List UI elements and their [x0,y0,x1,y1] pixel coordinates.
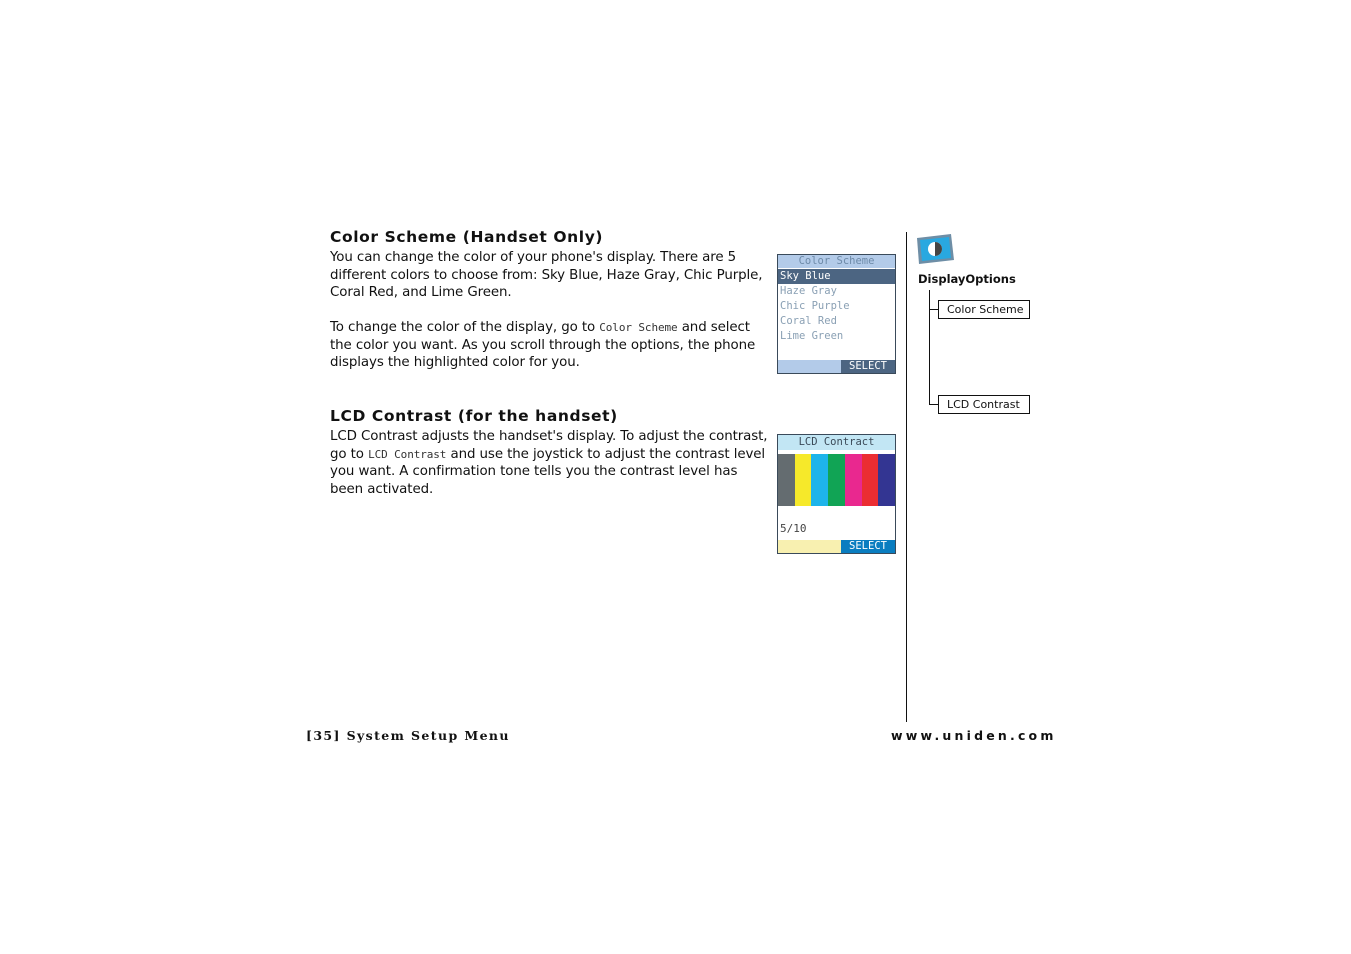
color-test-bars [778,454,896,506]
option-chic-purple[interactable]: Chic Purple [778,299,895,314]
color-bar [778,454,795,506]
option-lime-green[interactable]: Lime Green [778,329,895,344]
lcd-contrast-screen: LCD Contract 5/10 SELECT [777,434,896,554]
select-softkey[interactable]: SELECT [841,540,895,553]
tree-connector [929,290,930,404]
color-bar [844,454,862,506]
softkey-bar: SELECT [778,540,895,553]
color-bar [811,454,829,506]
color-bar [794,454,812,506]
color-scheme-intro: You can change the color of your phone's… [330,250,763,301]
lcd-contrast-heading: LCD Contrast (for the handset) [330,407,618,425]
softkey-bar: SELECT [778,360,895,373]
color-bar [861,454,879,506]
sidebar-title: DisplayOptions [918,272,1016,286]
option-haze-gray[interactable]: Haze Gray [778,284,895,299]
menu-name-color-scheme: Color Scheme [599,321,678,334]
sidebar-divider [906,232,907,722]
softkey-blank [778,360,841,373]
color-test-subbars [778,506,895,520]
option-sky-blue[interactable]: Sky Blue [778,269,895,284]
color-scheme-instructions: To change the color of the display, go t… [330,319,775,372]
tree-connector [929,404,938,405]
select-softkey[interactable]: SELECT [841,360,895,373]
tree-connector [929,309,938,310]
color-bar [828,454,845,506]
screen-title: Color Scheme [778,255,895,269]
tree-item-lcd-contrast: LCD Contrast [938,395,1030,414]
page-footer-section: [35] System Setup Menu [306,728,510,743]
screen-title: LCD Contract [778,435,895,450]
color-scheme-screen: Color Scheme Sky Blue Haze Gray Chic Pur… [777,254,896,374]
instruction-text: To change the color of the display, go t… [330,320,600,335]
contrast-level: 5/10 [780,522,807,535]
menu-name-lcd-contrast: LCD Contrast [368,447,447,461]
softkey-blank [778,540,841,553]
lcd-contrast-instructions: LCD Contrast adjusts the handset's displ… [330,428,770,498]
tree-item-color-scheme: Color Scheme [938,300,1030,319]
page-footer-url: www.uniden.com [891,728,1057,743]
color-scheme-heading: Color Scheme (Handset Only) [330,228,604,246]
display-options-icon [915,232,955,266]
color-bar [878,454,896,506]
option-coral-red[interactable]: Coral Red [778,314,895,329]
